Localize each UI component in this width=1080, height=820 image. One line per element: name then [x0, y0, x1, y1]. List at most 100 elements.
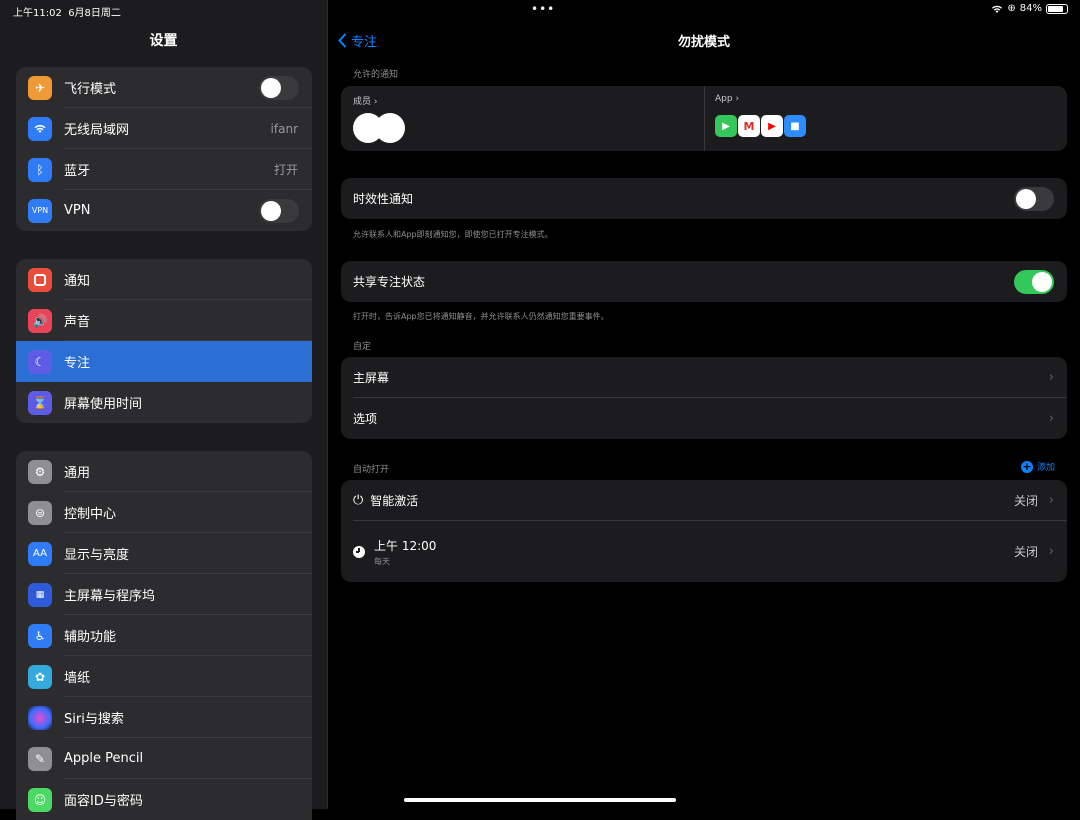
vpn-toggle[interactable]: [259, 198, 299, 223]
notifications-icon: [28, 267, 52, 292]
sidebar-item-label: 墙纸: [64, 671, 91, 686]
home-screen-label: 主屏幕: [353, 371, 390, 385]
airplane-icon: ✈: [28, 75, 52, 100]
chevron-right-icon: ›: [1048, 370, 1054, 385]
customize-header: 自定: [353, 342, 372, 352]
sidebar-item-siri[interactable]: Siri与搜索: [16, 697, 312, 738]
smart-activation-row[interactable]: ⏻ 智能激活 关闭 ›: [341, 480, 1067, 521]
share-status-label: 共享专注状态: [353, 275, 426, 289]
sidebar-item-label: Apple Pencil: [64, 751, 144, 766]
sidebar-item-wifi[interactable]: 无线局域网 ifanr: [16, 108, 312, 149]
people-section[interactable]: 成员 ›: [341, 86, 704, 151]
schedule-row[interactable]: 上午 12:00 每天 关闭 ›: [341, 521, 1067, 582]
sidebar-item-bluetooth[interactable]: ᛒ 蓝牙 打开: [16, 149, 312, 190]
plus-icon: +: [1020, 459, 1033, 473]
share-status-row: 共享专注状态: [341, 261, 1067, 302]
wifi-icon: [28, 116, 52, 141]
automation-card: ⏻ 智能激活 关闭 › 上午 12:00 每天 关闭 ›: [341, 480, 1067, 582]
customize-card: 主屏幕 › 选项 ›: [341, 357, 1067, 439]
share-status-note: 打开时，告诉App您已将通知静音，并允许联系人仍然通知您重要事件。: [353, 312, 609, 321]
control-center-icon: ⊜: [28, 500, 52, 525]
apps-label: App ›: [715, 94, 740, 104]
sidebar-item-wallpaper[interactable]: ✿ 墙纸: [16, 656, 312, 697]
chevron-right-icon: ›: [1048, 411, 1054, 426]
status-right: ⊕ 84%: [991, 3, 1068, 14]
allowed-notifications-card: 成员 › App › ▶ M ▶ ■: [341, 86, 1067, 151]
sidebar-item-label: 控制中心: [64, 507, 117, 522]
sidebar-title: 设置: [149, 33, 178, 49]
wifi-network-value: ifanr: [270, 121, 298, 136]
sidebar-item-vpn[interactable]: VPN VPN: [16, 190, 312, 231]
sidebar-item-display[interactable]: AA 显示与亮度: [16, 533, 312, 574]
add-button[interactable]: + 添加: [1020, 459, 1055, 473]
options-row[interactable]: 选项 ›: [341, 398, 1067, 439]
sidebar-item-label: 主屏幕与程序坞: [64, 589, 156, 604]
home-indicator[interactable]: [404, 798, 676, 802]
sidebar-item-label: 屏幕使用时间: [64, 397, 143, 412]
people-label: 成员 ›: [353, 97, 378, 107]
share-status-card: 共享专注状态: [341, 261, 1067, 302]
sidebar-item-screen-time[interactable]: ⌛ 屏幕使用时间: [16, 382, 312, 423]
gear-icon: ⚙: [28, 459, 52, 484]
multitasking-dots[interactable]: •••: [531, 2, 555, 16]
auto-on-header: 自动打开: [353, 465, 390, 475]
share-status-toggle[interactable]: [1014, 269, 1054, 294]
chevron-right-icon: ›: [1048, 544, 1054, 559]
sidebar-item-notifications[interactable]: 通知: [16, 259, 312, 300]
bluetooth-icon: ᛒ: [28, 157, 52, 182]
detail-pane: 专注 勿扰模式 允许的通知 成员 › App › ▶ M ▶ ■ 时效性通知 允…: [328, 0, 1080, 809]
power-icon: ⏻: [353, 493, 364, 508]
sidebar-item-general[interactable]: ⚙ 通用: [16, 451, 312, 492]
wifi-status-icon: [992, 5, 1003, 13]
sidebar-item-focus[interactable]: ☾ 专注: [16, 341, 312, 382]
accessibility-icon: ♿: [28, 623, 52, 648]
options-label: 选项: [353, 412, 378, 426]
sidebar-item-label: 通知: [64, 274, 91, 289]
sidebar-item-label: 辅助功能: [64, 630, 117, 645]
sidebar-item-label: 声音: [64, 315, 91, 330]
wallpaper-icon: ✿: [28, 664, 52, 689]
faceid-icon: ☺: [28, 787, 52, 812]
sidebar-item-airplane[interactable]: ✈ 飞行模式: [16, 67, 312, 108]
allowed-notifications-header: 允许的通知: [353, 70, 399, 80]
hourglass-icon: ⌛: [28, 390, 52, 415]
sidebar-item-accessibility[interactable]: ♿ 辅助功能: [16, 615, 312, 656]
display-icon: AA: [28, 541, 52, 566]
gmail-icon: M: [737, 114, 761, 138]
sidebar-item-label: VPN: [64, 203, 91, 218]
sidebar-item-control-center[interactable]: ⊜ 控制中心: [16, 492, 312, 533]
sidebar-item-label: 专注: [64, 356, 91, 371]
sidebar-item-sound[interactable]: 🔊 声音: [16, 300, 312, 341]
bluetooth-value: 打开: [273, 163, 298, 177]
add-label: 添加: [1036, 463, 1055, 473]
sidebar-item-home-screen[interactable]: ▦ 主屏幕与程序坞: [16, 574, 312, 615]
battery-icon: [1046, 3, 1068, 14]
sidebar-item-label: 飞行模式: [64, 82, 117, 97]
time-sensitive-label: 时效性通知: [353, 192, 414, 206]
avatar: [375, 113, 405, 143]
battery-percent: 84%: [1019, 3, 1042, 14]
sidebar-item-label: 面容ID与密码: [64, 794, 143, 809]
sidebar-group-general: ⚙ 通用 ⊜ 控制中心 AA 显示与亮度 ▦ 主屏幕与程序坞 ♿ 辅助功能 ✿ …: [16, 451, 312, 820]
home-screen-row[interactable]: 主屏幕 ›: [341, 357, 1067, 398]
siri-icon: [28, 705, 52, 730]
sidebar-item-apple-pencil[interactable]: ✎ Apple Pencil: [16, 738, 312, 779]
time-sensitive-toggle[interactable]: [1014, 186, 1054, 211]
pencil-icon: ✎: [28, 746, 52, 771]
facetime-icon: ▶: [714, 114, 738, 138]
schedule-value: 关闭: [1013, 545, 1038, 559]
orientation-lock-icon: ⊕: [1007, 3, 1016, 14]
sidebar-item-label: Siri与搜索: [64, 712, 124, 727]
settings-sidebar: 设置 ✈ 飞行模式 无线局域网 ifanr ᛒ 蓝牙 打开 VPN VPN 通知…: [0, 0, 327, 820]
sidebar-item-label: 显示与亮度: [64, 548, 130, 563]
smart-activation-value: 关闭: [1013, 494, 1038, 508]
zoom-icon: ■: [783, 114, 807, 138]
home-screen-icon: ▦: [28, 582, 52, 607]
sound-icon: 🔊: [28, 308, 52, 333]
youtube-icon: ▶: [760, 114, 784, 138]
airplane-toggle[interactable]: [259, 75, 299, 100]
time-sensitive-row: 时效性通知: [341, 178, 1067, 219]
apps-section[interactable]: App › ▶ M ▶ ■: [705, 86, 1067, 151]
time-sensitive-card: 时效性通知: [341, 178, 1067, 219]
sidebar-item-faceid[interactable]: ☺ 面容ID与密码: [16, 779, 312, 820]
